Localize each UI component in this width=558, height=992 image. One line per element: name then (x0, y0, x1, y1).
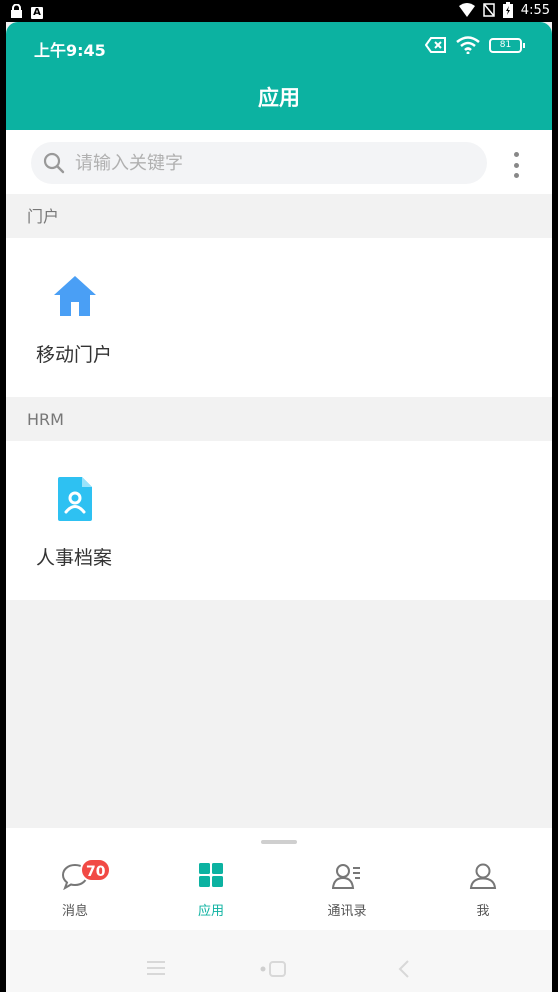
battery-indicator: 81 (489, 37, 525, 53)
home-icon (54, 276, 96, 316)
search-row (6, 130, 552, 194)
page-title: 应用 (258, 86, 300, 110)
nav-label: 我 (476, 904, 490, 919)
device-time: 4:55 (520, 2, 550, 18)
person-file-icon (58, 477, 92, 521)
section-label-hrm: HRM (27, 410, 64, 429)
system-navigation-bar (6, 930, 552, 992)
nav-label: 应用 (197, 904, 224, 919)
nav-label: 通讯录 (327, 904, 367, 919)
wifi-icon (458, 3, 475, 17)
drag-handle[interactable] (261, 840, 297, 844)
user-icon (469, 863, 497, 889)
nav-item-apps[interactable]: 应用 (156, 862, 266, 922)
back-icon[interactable] (398, 960, 410, 978)
app-header: 上午9:45 81 应用 (6, 22, 552, 130)
more-dot-icon (513, 162, 519, 168)
section-label-portal: 门户 (27, 207, 60, 226)
battery-charging-icon (502, 2, 513, 18)
grid-icon (199, 863, 223, 887)
app-tile-mobile-portal[interactable]: 移动门户 (14, 268, 134, 378)
more-options-button[interactable] (510, 152, 522, 178)
wifi-icon (456, 36, 480, 54)
search-box[interactable] (31, 142, 487, 184)
menu-icon[interactable] (147, 961, 165, 975)
more-dot-icon (513, 152, 519, 157)
lock-icon (10, 3, 23, 22)
app-tile-label: 人事档案 (35, 547, 112, 569)
nav-label: 消息 (61, 904, 88, 919)
search-icon (43, 152, 65, 174)
app-tile-label: 移动门户 (35, 344, 112, 366)
contacts-icon (332, 864, 360, 889)
device-status-bar: A 4:55 (0, 0, 558, 22)
app-screen: 上午9:45 81 应用 门户 移动门户 HRM (6, 22, 552, 992)
app-status-time: 上午9:45 (34, 41, 106, 60)
nav-item-me[interactable]: 我 (428, 862, 538, 922)
bottom-navigation: 70 消息 应用 通讯录 我 (6, 828, 552, 930)
section-panel-portal: 移动门户 (6, 238, 552, 397)
more-dot-icon (513, 173, 519, 178)
unread-badge: 70 (80, 858, 112, 882)
app-tile-personnel-file[interactable]: 人事档案 (14, 471, 134, 581)
app-notification-icon: A (31, 6, 43, 19)
search-input[interactable] (75, 152, 435, 174)
nav-item-messages[interactable]: 70 消息 (20, 858, 130, 922)
section-panel-hrm: 人事档案 (6, 441, 552, 600)
no-sim-icon (425, 37, 446, 53)
no-signal-icon (483, 3, 495, 17)
nav-item-contacts[interactable]: 通讯录 (292, 862, 402, 922)
home-button-icon[interactable] (260, 960, 288, 978)
